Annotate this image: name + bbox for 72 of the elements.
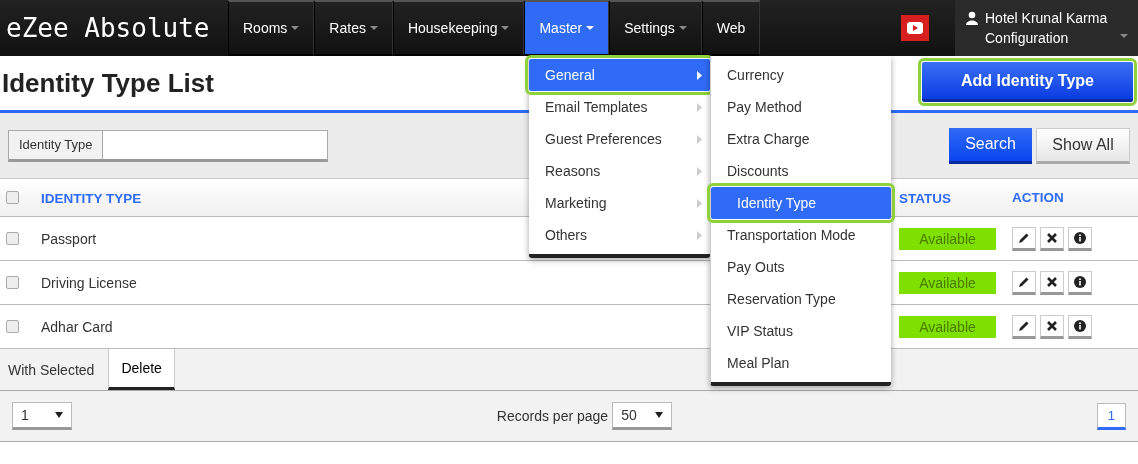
menu-item[interactable]: Currency	[711, 59, 891, 91]
table-cell: Driving License	[41, 274, 137, 291]
user-icon	[965, 11, 979, 25]
table-cell: Passport	[41, 230, 97, 247]
nav-item[interactable]: Rooms	[228, 0, 315, 56]
checkbox[interactable]	[6, 320, 19, 333]
checkbox[interactable]	[6, 191, 19, 204]
info-button[interactable]	[1068, 270, 1092, 295]
user-menu[interactable]: Hotel Krunal Karma Configuration	[955, 0, 1138, 56]
per-page-select[interactable]: 50	[612, 402, 673, 430]
pencil-icon	[1018, 319, 1030, 332]
menu-item[interactable]: Meal Plan	[711, 347, 891, 379]
info-icon	[1074, 231, 1086, 244]
pencil-icon	[1018, 275, 1030, 288]
checkbox[interactable]	[6, 276, 19, 289]
with-selected-label: With Selected	[7, 360, 96, 380]
menu-item[interactable]: Discounts	[711, 155, 891, 187]
nav-item[interactable]: Master	[524, 0, 610, 56]
delete-button[interactable]	[1040, 270, 1064, 295]
column-header[interactable]: IDENTITY TYPE	[41, 190, 142, 206]
info-button[interactable]	[1068, 314, 1092, 339]
menu-item[interactable]: VIP Status	[711, 315, 891, 347]
info-button[interactable]	[1068, 226, 1092, 251]
arrow-icon	[697, 102, 702, 112]
info-icon	[1074, 319, 1086, 332]
delete-button[interactable]	[1040, 226, 1064, 251]
column-header: ACTION	[1012, 190, 1064, 205]
show-all-button[interactable]: Show All	[1036, 127, 1130, 164]
edit-button[interactable]	[1012, 314, 1036, 339]
search-field[interactable]: Identity Type	[8, 129, 328, 162]
menu-item[interactable]: Pay Outs	[711, 251, 891, 283]
search-button[interactable]: Search	[949, 127, 1032, 164]
arrow-icon	[697, 70, 702, 80]
nav-item[interactable]: Rates	[314, 0, 393, 56]
edit-button[interactable]	[1012, 226, 1036, 251]
delete-button[interactable]	[1040, 314, 1064, 339]
caret-icon	[55, 412, 63, 418]
records-label: Records per page	[496, 408, 609, 424]
delete-tab[interactable]: Delete	[108, 349, 175, 390]
column-header: STATUS	[899, 190, 951, 206]
arrow-icon	[697, 198, 702, 208]
menu-item[interactable]: Guest Preferences	[529, 123, 710, 155]
page-button[interactable]: 1	[1097, 402, 1126, 430]
menu-item[interactable]: Others	[529, 219, 710, 251]
checkbox[interactable]	[6, 232, 19, 245]
status-badge: Available	[899, 227, 996, 250]
menu-item[interactable]: Pay Method	[711, 91, 891, 123]
pencil-icon	[1018, 231, 1030, 244]
menu-item[interactable]: Email Templates	[529, 91, 710, 123]
menu-item[interactable]: Transportation Mode	[711, 219, 891, 251]
video-play-icon[interactable]	[901, 15, 929, 41]
arrow-icon	[697, 166, 702, 176]
edit-button[interactable]	[1012, 270, 1036, 295]
status-badge: Available	[899, 271, 996, 294]
menu-item[interactable]: Reasons	[529, 155, 710, 187]
close-icon	[1046, 275, 1058, 288]
info-icon	[1074, 275, 1086, 288]
app-logo: eZee Absolute	[5, 12, 211, 45]
menu-item[interactable]: Reservation Type	[711, 283, 891, 315]
page-title: Identity Type List	[2, 67, 214, 99]
menu-item[interactable]: Marketing	[529, 187, 710, 219]
caret-icon	[1120, 34, 1128, 38]
page-select[interactable]: 1	[12, 402, 72, 430]
status-badge: Available	[899, 315, 996, 338]
arrow-icon	[697, 230, 702, 240]
arrow-icon	[697, 134, 702, 144]
menu-item[interactable]: Extra Charge	[711, 123, 891, 155]
table-cell: Adhar Card	[41, 318, 113, 335]
caret-icon	[655, 412, 664, 418]
close-icon	[1046, 231, 1058, 244]
close-icon	[1046, 319, 1058, 332]
user-name: Hotel Krunal Karma Configuration	[985, 9, 1108, 48]
